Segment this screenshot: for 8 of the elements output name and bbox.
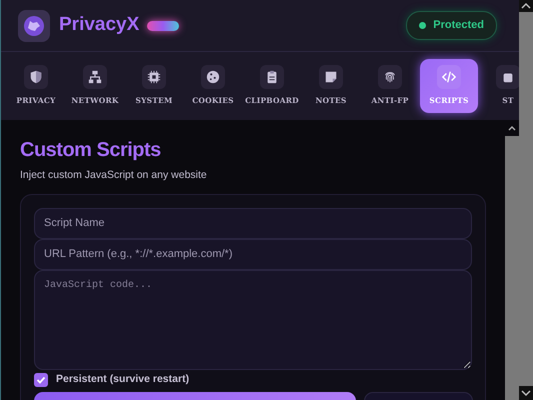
url-pattern-field[interactable]: URL Pattern (e.g., *://*.example.com/*) [34, 238, 472, 270]
persistent-label: Persistent (survive restart) [56, 372, 190, 387]
status-badge: Protected [406, 11, 497, 40]
section-title: Custom Scripts [20, 138, 162, 162]
section-subtitle: Inject custom JavaScript on any website [20, 168, 208, 183]
code-field[interactable]: JavaScript code... [34, 270, 472, 370]
script-name-field[interactable]: Script Name [34, 208, 472, 239]
app-title: PrivacyX [59, 13, 140, 38]
